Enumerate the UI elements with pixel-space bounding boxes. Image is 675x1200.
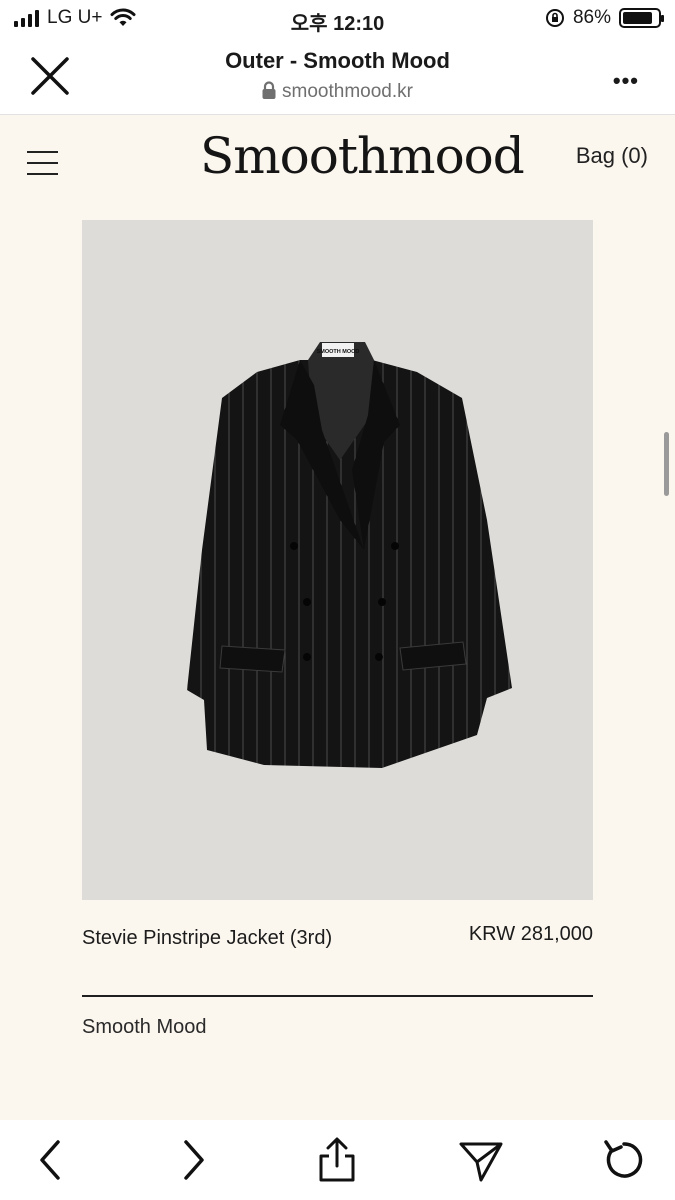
bag-link[interactable]: Bag (0)	[576, 143, 648, 169]
more-button[interactable]: •••	[613, 68, 639, 94]
browser-header: Outer - Smooth Mood smoothmood.kr •••	[0, 38, 675, 115]
orientation-lock-icon	[545, 9, 564, 27]
chevron-left-icon	[40, 1140, 60, 1180]
product-image[interactable]: SMOOTH MOOD	[82, 220, 593, 900]
bottom-toolbar	[0, 1120, 675, 1200]
status-right: 86%	[545, 7, 664, 29]
battery-percent: 86%	[572, 7, 611, 28]
reload-button[interactable]	[598, 1134, 650, 1186]
more-icon: •••	[612, 68, 639, 93]
product-price: KRW 281,000	[468, 923, 593, 945]
browser-page-title: Outer - Smooth Mood	[225, 48, 450, 73]
scroll-indicator[interactable]	[664, 432, 669, 496]
share-icon	[319, 1137, 355, 1182]
status-bar: LG U+ 오후 12:10 86%	[0, 0, 675, 38]
forward-button[interactable]	[168, 1134, 220, 1186]
chevron-right-icon	[184, 1140, 204, 1180]
divider	[82, 995, 593, 997]
back-button[interactable]	[24, 1134, 76, 1186]
url-text: smoothmood.kr	[282, 81, 413, 102]
site-header: Smoothmood Bag (0)	[0, 115, 675, 215]
share-button[interactable]	[311, 1134, 363, 1186]
product-name[interactable]: Stevie Pinstripe Jacket (3rd)	[82, 922, 382, 954]
send-button[interactable]	[455, 1134, 507, 1186]
send-icon	[459, 1142, 503, 1182]
url-bar[interactable]: smoothmood.kr	[0, 81, 675, 103]
reload-icon	[604, 1140, 643, 1178]
battery-icon	[619, 8, 664, 28]
lock-icon	[262, 81, 276, 99]
brand-name: Smooth Mood	[82, 1016, 207, 1038]
site-logo[interactable]: Smoothmood	[200, 127, 525, 185]
hamburger-menu-icon[interactable]	[27, 151, 59, 177]
jacket-illustration: SMOOTH MOOD	[187, 342, 512, 768]
jacket-label-text: SMOOTH MOOD	[317, 349, 360, 355]
